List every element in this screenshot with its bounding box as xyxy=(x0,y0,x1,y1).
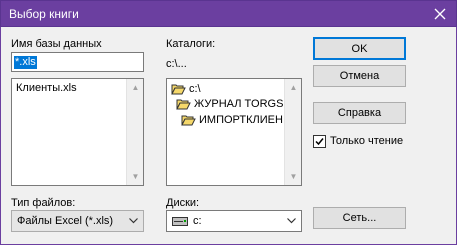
directory-list[interactable]: c:\ ЖУРНАЛ TORGS ИМПОРТКЛИЕН ▲ ▼ xyxy=(166,78,302,186)
close-button[interactable] xyxy=(428,3,452,25)
hard-drive-icon xyxy=(172,217,188,226)
close-icon xyxy=(434,8,446,20)
filename-label: Имя базы данных xyxy=(11,38,102,50)
directories-label: Каталоги: xyxy=(166,38,216,50)
readonly-label[interactable]: Только чтение xyxy=(330,135,403,147)
file-type-value: Файлы Excel (*.xls) xyxy=(17,215,114,227)
directory-item-root[interactable]: c:\ xyxy=(171,83,201,95)
cancel-button[interactable]: Отмена xyxy=(313,65,406,87)
scroll-up-arrow-icon[interactable]: ▲ xyxy=(285,79,302,96)
scroll-down-arrow-icon[interactable]: ▼ xyxy=(285,168,302,185)
directory-item-label: c:\ xyxy=(189,83,201,95)
directory-item-label: ЖУРНАЛ TORGS xyxy=(194,98,284,110)
filename-input-value: *.xls xyxy=(14,56,37,69)
directory-item-torgs[interactable]: ЖУРНАЛ TORGS xyxy=(176,98,283,110)
file-type-label: Тип файлов: xyxy=(11,197,76,209)
open-folder-icon xyxy=(176,99,191,110)
help-button[interactable]: Справка xyxy=(313,102,406,124)
directory-item-label: ИМПОРТКЛИЕН xyxy=(199,114,283,126)
scroll-up-arrow-icon[interactable]: ▲ xyxy=(127,79,144,96)
chevron-down-icon xyxy=(127,215,139,227)
network-button[interactable]: Сеть... xyxy=(313,207,406,229)
file-type-select[interactable]: Файлы Excel (*.xls) xyxy=(11,210,144,232)
title-bar: Выбор книги xyxy=(0,0,457,27)
filename-input[interactable]: *.xls xyxy=(11,52,144,72)
window-title: Выбор книги xyxy=(9,7,79,21)
open-folder-icon xyxy=(181,115,196,126)
scroll-down-arrow-icon[interactable]: ▼ xyxy=(127,168,144,185)
ok-button[interactable]: OK xyxy=(313,37,406,60)
open-folder-icon xyxy=(171,84,186,95)
current-path: c:\... xyxy=(166,58,187,70)
chevron-down-icon xyxy=(285,215,297,227)
file-list-scrollbar[interactable]: ▲ ▼ xyxy=(126,79,143,185)
file-list[interactable]: Клиенты.xls ▲ ▼ xyxy=(11,78,144,186)
directory-item-importklien[interactable]: ИМПОРТКЛИЕН xyxy=(181,114,283,126)
checkmark-icon xyxy=(315,138,324,146)
drives-select[interactable]: c: xyxy=(166,210,302,232)
directory-list-scrollbar[interactable]: ▲ ▼ xyxy=(284,79,301,185)
readonly-checkbox[interactable] xyxy=(313,135,326,148)
drives-label: Диски: xyxy=(166,197,200,209)
drives-value: c: xyxy=(193,215,202,227)
file-list-item[interactable]: Клиенты.xls xyxy=(16,82,77,94)
